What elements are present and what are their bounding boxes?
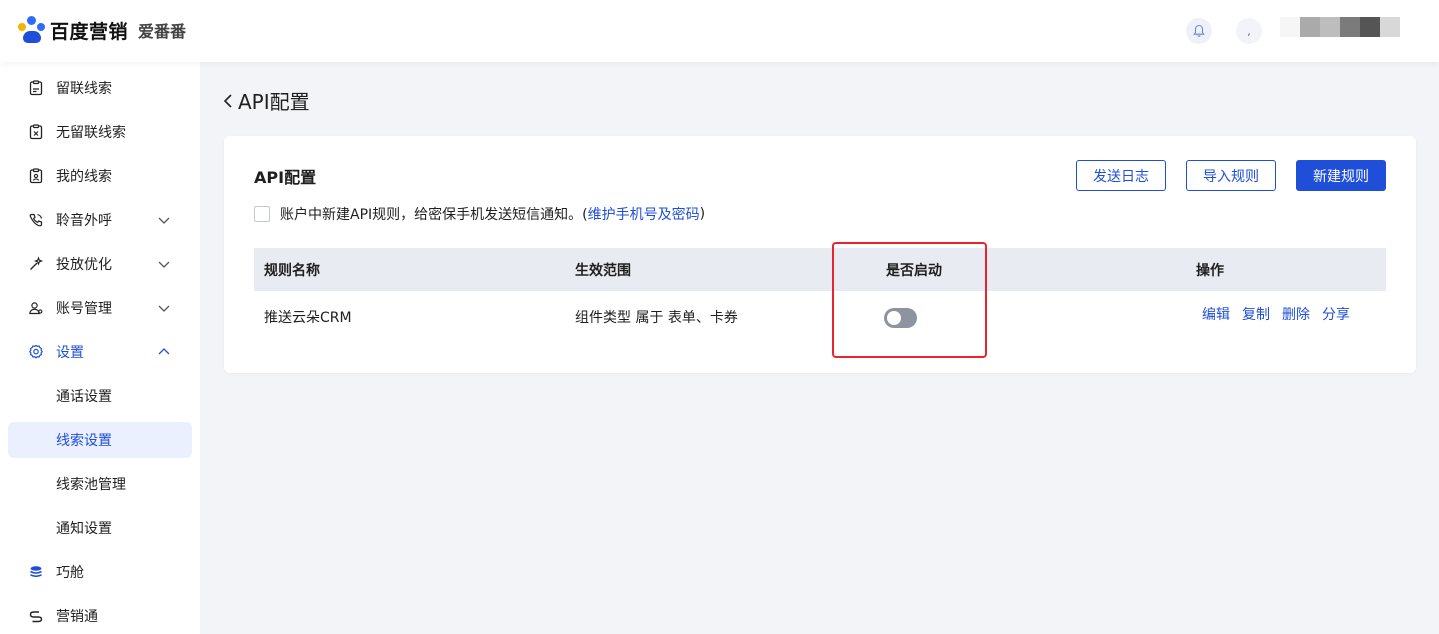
avatar-text: , <box>1247 24 1251 38</box>
sidebar-item-label: 投放优化 <box>56 257 112 273</box>
sidebar-item-label: 聆音外呼 <box>56 213 112 229</box>
share-link[interactable]: 分享 <box>1322 304 1350 324</box>
sms-notice-checkbox[interactable] <box>254 206 270 222</box>
sidebar-item-account-management[interactable]: 账号管理 <box>0 290 200 326</box>
magic-wand-icon <box>26 254 46 274</box>
send-log-button[interactable]: 发送日志 <box>1076 160 1166 191</box>
chevron-up-icon <box>158 348 170 355</box>
sms-notice-option: 账户中新建API规则，给密保手机发送短信通知。(维护手机号及密码) <box>254 204 705 224</box>
sidebar-item-qiaocang[interactable]: 巧舱 <box>0 554 200 590</box>
sidebar-subitem-lead-settings[interactable]: 线索设置 <box>8 422 192 458</box>
page-header: API配置 <box>222 86 310 115</box>
delete-link[interactable]: 删除 <box>1282 304 1310 324</box>
column-header-rule-name: 规则名称 <box>264 262 320 279</box>
sidebar-item-ad-optimization[interactable]: 投放优化 <box>0 246 200 282</box>
rule-scope-cell: 组件类型 属于 表单、卡券 <box>575 310 738 326</box>
sidebar-item-label: 线索池管理 <box>56 477 126 493</box>
copy-link[interactable]: 复制 <box>1242 304 1270 324</box>
new-rule-button[interactable]: 新建规则 <box>1296 160 1386 191</box>
sidebar-item-leads-with-contact[interactable]: 留联线索 <box>0 70 200 106</box>
sidebar-item-label: 通知设置 <box>56 521 112 537</box>
chevron-down-icon <box>158 305 170 312</box>
product-name: 爱番番 <box>138 22 187 41</box>
sidebar-item-label: 营销通 <box>56 609 98 625</box>
table-header: 规则名称 生效范围 是否启动 操作 <box>254 248 1386 291</box>
chevron-down-icon <box>158 217 170 224</box>
sidebar-subitem-notification-settings[interactable]: 通知设置 <box>8 510 192 546</box>
link-icon <box>26 606 46 626</box>
sidebar-item-marketing-link[interactable]: 营销通 <box>0 598 200 634</box>
sms-notice-text: 账户中新建API规则，给密保手机发送短信通知。( <box>280 207 588 223</box>
page-title: API配置 <box>238 90 310 114</box>
clipboard-x-icon <box>26 122 46 142</box>
import-rules-button[interactable]: 导入规则 <box>1186 160 1276 191</box>
sidebar-item-settings[interactable]: 设置 <box>0 334 200 370</box>
baidu-paw-logo-icon <box>18 16 46 44</box>
chevron-left-icon[interactable] <box>222 88 238 114</box>
clipboard-user-icon <box>26 166 46 186</box>
brand-logo[interactable]: 百度营销 爱番番 <box>18 16 186 44</box>
sidebar-item-label: 线索设置 <box>56 433 112 449</box>
sidebar-item-label: 设置 <box>56 345 84 361</box>
avatar[interactable]: , <box>1236 18 1262 44</box>
chevron-down-icon <box>158 261 170 268</box>
top-bar: 百度营销 爱番番 , <box>0 0 1439 62</box>
sms-notice-suffix: ) <box>699 206 706 222</box>
user-name-redacted[interactable] <box>1280 17 1400 37</box>
column-header-scope: 生效范围 <box>575 262 631 279</box>
sidebar: 留联线索 无留联线索 我的线索 聆音外呼 投放优化 账号管理 设置 通话设置 线… <box>0 62 200 634</box>
api-config-card: API配置 发送日志 导入规则 新建规则 账户中新建API规则，给密保手机发送短… <box>224 136 1416 373</box>
column-header-actions: 操作 <box>1196 262 1224 279</box>
maintain-phone-password-link[interactable]: 维护手机号及密码 <box>588 204 700 224</box>
sidebar-item-my-leads[interactable]: 我的线索 <box>0 158 200 194</box>
user-group-icon <box>26 298 46 318</box>
bell-icon[interactable] <box>1186 18 1212 44</box>
brand-name: 百度营销 <box>50 20 129 43</box>
sidebar-item-label: 账号管理 <box>56 301 112 317</box>
sidebar-subitem-call-settings[interactable]: 通话设置 <box>8 378 192 414</box>
sidebar-subitem-lead-pool-management[interactable]: 线索池管理 <box>8 466 192 502</box>
gear-icon <box>26 342 46 362</box>
clipboard-edit-icon <box>26 78 46 98</box>
sidebar-item-label: 我的线索 <box>56 169 112 185</box>
sidebar-item-label: 通话设置 <box>56 389 112 405</box>
edit-link[interactable]: 编辑 <box>1202 304 1230 324</box>
sidebar-item-label: 巧舱 <box>56 565 84 581</box>
card-title: API配置 <box>254 168 317 187</box>
sidebar-item-outbound-call[interactable]: 聆音外呼 <box>0 202 200 238</box>
phone-icon <box>26 210 46 230</box>
database-icon <box>26 562 46 582</box>
sidebar-item-label: 无留联线索 <box>56 125 126 141</box>
rule-name-cell: 推送云朵CRM <box>264 310 352 326</box>
sidebar-item-label: 留联线索 <box>56 81 112 97</box>
sidebar-item-leads-without-contact[interactable]: 无留联线索 <box>0 114 200 150</box>
highlight-annotation-box <box>832 242 987 358</box>
